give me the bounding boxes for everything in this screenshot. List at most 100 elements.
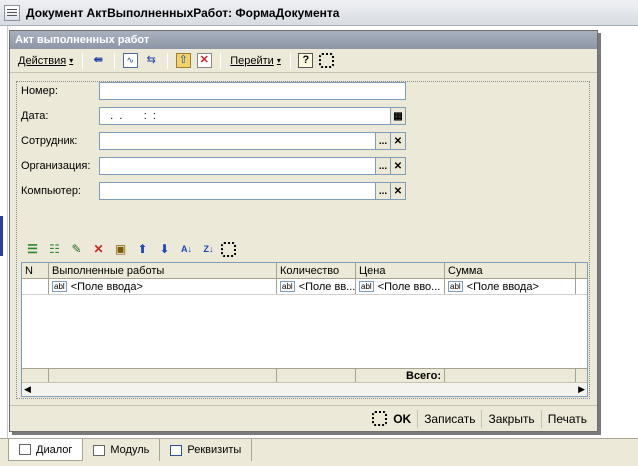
ellipsis-icon: ...: [378, 135, 388, 147]
module-icon: [93, 444, 106, 456]
add-row-icon[interactable]: ☰: [23, 240, 42, 259]
table-cell[interactable]: abl <Поле ввода>: [49, 279, 277, 294]
table-footer: Всего:: [22, 368, 587, 382]
form-caption: Акт выполненных работ: [10, 31, 597, 49]
cell-text: <Поле вв...: [298, 280, 356, 293]
chevron-down-icon: ▾: [276, 56, 281, 65]
toolbar-separator: [289, 52, 291, 69]
form-toolbar: Действия ▾ ⇚ ∿ ⇆ ⇧ ✕ Перейти ▾ ?: [10, 49, 597, 73]
clear-icon: ✕: [393, 185, 403, 197]
chevron-down-icon: ▾: [69, 56, 74, 65]
toolbar-separator: [220, 52, 222, 69]
computer-clear-button[interactable]: ✕: [391, 182, 406, 200]
goto-menu-label: Перейти: [230, 54, 274, 67]
horizontal-scrollbar[interactable]: ◀ ▶: [22, 382, 587, 396]
employee-clear-button[interactable]: ✕: [391, 132, 406, 150]
sort-ascending-icon[interactable]: A↓: [177, 240, 196, 259]
input-field-icon: abl: [359, 281, 374, 292]
close-button[interactable]: Закрыть: [481, 409, 540, 428]
post-document-icon: ∿: [122, 53, 138, 68]
scroll-right-icon[interactable]: ▶: [578, 384, 585, 395]
computer-select-button[interactable]: ...: [376, 182, 391, 200]
help-button[interactable]: ?: [296, 51, 316, 71]
organization-clear-button[interactable]: ✕: [391, 157, 406, 175]
write-button[interactable]: Записать: [417, 409, 481, 428]
toolbar-separator: [167, 52, 169, 69]
input-field-icon: abl: [52, 281, 67, 292]
window-title: Документ АктВыполненныхРабот: ФормаДокум…: [26, 5, 340, 20]
ellipsis-icon: ...: [378, 185, 388, 197]
number-row: Номер:: [21, 82, 406, 100]
sort-descending-icon[interactable]: Z↓: [199, 240, 218, 259]
selection-frame-icon: [372, 411, 388, 426]
computer-row: Компьютер: ... ✕: [21, 182, 406, 200]
tab-label: Диалог: [36, 443, 73, 456]
form-body: Номер: Дата: . . : : ▦ Сотрудник: ... ✕ …: [16, 81, 590, 399]
attributes-icon: [170, 444, 183, 456]
ok-label: OK: [393, 411, 412, 426]
column-header[interactable]: Сумма: [445, 263, 576, 278]
employee-field[interactable]: [99, 132, 376, 150]
table-cell[interactable]: [22, 279, 49, 294]
tab-module[interactable]: Модуль: [83, 439, 161, 461]
back-button[interactable]: ⇚: [88, 51, 108, 71]
date-field[interactable]: . . : :: [99, 107, 391, 125]
column-header[interactable]: N: [22, 263, 49, 278]
calendar-button[interactable]: ▦: [391, 107, 406, 125]
form-window: Акт выполненных работ Действия ▾ ⇚ ∿ ⇆ ⇧…: [9, 30, 598, 432]
selection-frame-icon: [319, 53, 335, 68]
down-arrow-icon[interactable]: ⬇: [155, 240, 174, 259]
column-header[interactable]: Количество: [277, 263, 356, 278]
actions-menu-label: Действия: [18, 54, 67, 67]
table-row[interactable]: abl <Поле ввода> abl <Поле вв... abl <По…: [22, 279, 587, 295]
number-field[interactable]: [99, 82, 406, 100]
post-document-button[interactable]: ∿: [120, 51, 140, 71]
goto-menu[interactable]: Перейти ▾: [226, 53, 285, 69]
actions-menu[interactable]: Действия ▾: [14, 53, 77, 69]
editor-tabs: Диалог Модуль Реквизиты: [0, 438, 638, 466]
fill-button[interactable]: ⇧: [173, 51, 193, 71]
total-value: [445, 369, 576, 382]
copy-row-icon[interactable]: ☷: [45, 240, 64, 259]
organization-field[interactable]: [99, 157, 376, 175]
input-field-icon: abl: [448, 281, 463, 292]
tab-label: Реквизиты: [187, 444, 242, 456]
print-button[interactable]: Печать: [540, 409, 593, 428]
unpost-document-button[interactable]: ⇆: [141, 51, 161, 71]
date-label: Дата:: [21, 110, 49, 122]
clear-document-icon: ✕: [196, 53, 212, 68]
table-cell[interactable]: abl <Поле вво...: [356, 279, 445, 294]
table-toolbar: ☰ ☷ ✎ ✕ ▣ ⬆ ⬇ A↓ Z↓: [21, 238, 407, 260]
ok-button[interactable]: OK: [366, 410, 417, 428]
calendar-icon: ▦: [393, 110, 403, 122]
date-row: Дата: . . : : ▦: [21, 107, 406, 125]
end-edit-icon[interactable]: ▣: [111, 240, 130, 259]
up-arrow-icon[interactable]: ⬆: [133, 240, 152, 259]
computer-field[interactable]: [99, 182, 376, 200]
window-title-bar: Документ АктВыполненныхРабот: ФормаДокум…: [0, 0, 638, 26]
delete-row-icon[interactable]: ✕: [89, 240, 108, 259]
tab-dialog[interactable]: Диалог: [8, 439, 84, 461]
clear-icon: ✕: [393, 135, 403, 147]
toolbar-separator: [82, 52, 84, 69]
organization-row: Организация: ... ✕: [21, 157, 406, 175]
edit-row-icon[interactable]: ✎: [67, 240, 86, 259]
cell-text: <Поле ввода>: [466, 280, 539, 293]
scroll-left-icon[interactable]: ◀: [24, 384, 31, 395]
unpost-document-icon: ⇆: [146, 54, 156, 66]
employee-select-button[interactable]: ...: [376, 132, 391, 150]
help-icon: ?: [298, 53, 314, 68]
column-header[interactable]: Выполненные работы: [49, 263, 277, 278]
number-label: Номер:: [21, 85, 58, 97]
back-arrow-icon: ⇚: [93, 54, 103, 66]
selection-frame-icon[interactable]: [221, 241, 236, 257]
column-header[interactable]: Цена: [356, 263, 445, 278]
table-cell[interactable]: abl <Поле ввода>: [445, 279, 576, 294]
ellipsis-icon: ...: [378, 160, 388, 172]
tab-attributes[interactable]: Реквизиты: [160, 439, 253, 461]
select-region-button[interactable]: [317, 51, 337, 71]
organization-select-button[interactable]: ...: [376, 157, 391, 175]
works-table[interactable]: N Выполненные работы Количество Цена Сум…: [21, 262, 588, 397]
clear-button[interactable]: ✕: [194, 51, 214, 71]
table-cell[interactable]: abl <Поле вв...: [277, 279, 356, 294]
